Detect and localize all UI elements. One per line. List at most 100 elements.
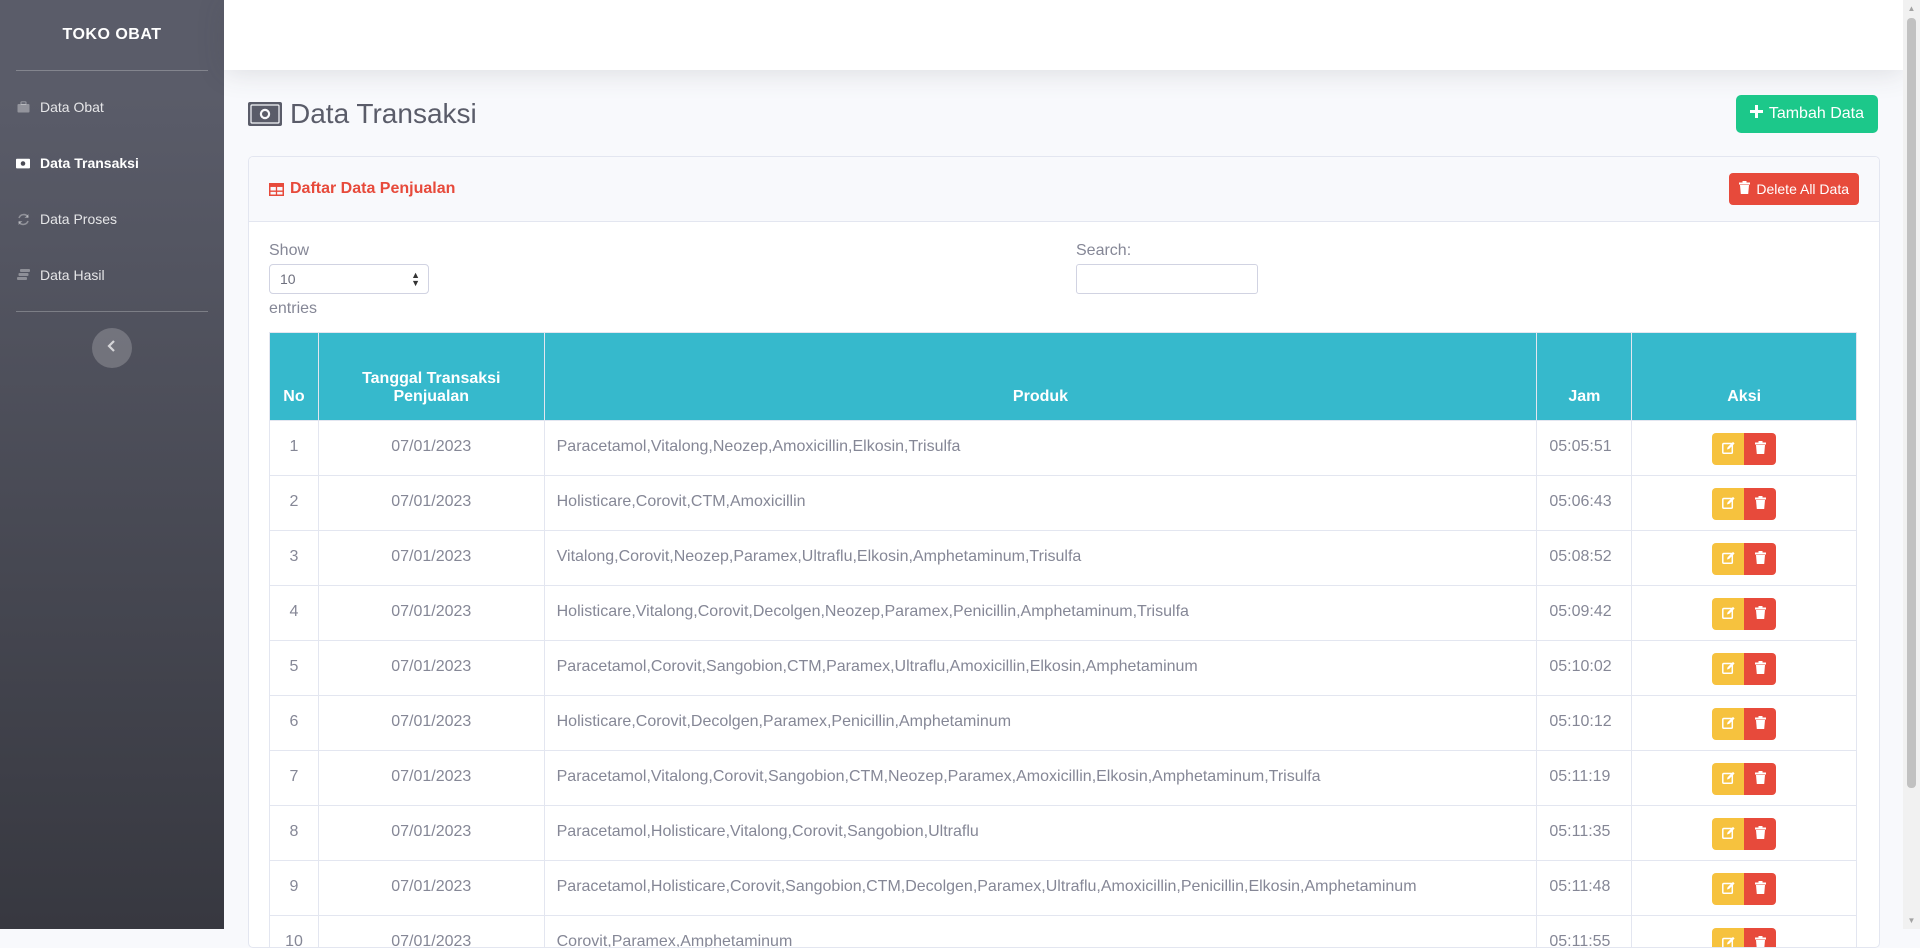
sidebar-item-data-obat[interactable]: Data Obat [0, 79, 224, 135]
delete-button[interactable] [1744, 928, 1776, 948]
delete-button[interactable] [1744, 818, 1776, 850]
delete-all-button[interactable]: Delete All Data [1729, 173, 1859, 205]
money-bill-icon [248, 102, 282, 126]
edit-button[interactable] [1712, 598, 1744, 630]
card-body: Show 10 ▲▼ entries Search: [249, 222, 1879, 948]
table-head: No Tanggal Transaksi Penjualan Produk Ja… [270, 333, 1857, 421]
cell-no: 5 [270, 641, 319, 696]
cell-date: 07/01/2023 [318, 916, 544, 948]
cell-product: Holisticare,Corovit,CTM,Amoxicillin [544, 476, 1537, 531]
cell-action [1632, 916, 1857, 948]
edit-icon [1722, 606, 1735, 622]
page-scrollbar[interactable]: ▲ ▼ [1903, 0, 1920, 929]
table-row: 607/01/2023Holisticare,Corovit,Decolgen,… [270, 696, 1857, 751]
sidebar-toggle-button[interactable] [92, 328, 132, 368]
edit-icon [1722, 881, 1735, 897]
table-header-row: No Tanggal Transaksi Penjualan Produk Ja… [270, 333, 1857, 421]
edit-button[interactable] [1712, 928, 1744, 948]
cell-time: 05:10:02 [1537, 641, 1632, 696]
scroll-up-arrow-icon[interactable]: ▲ [1903, 0, 1920, 17]
cell-time: 05:11:48 [1537, 861, 1632, 916]
table-row: 1007/01/2023Corovit,Paramex,Amphetaminum… [270, 916, 1857, 948]
cell-time: 05:05:51 [1537, 421, 1632, 476]
column-header-no[interactable]: No [270, 333, 319, 421]
cell-action [1632, 696, 1857, 751]
cell-product: Paracetamol,Vitalong,Neozep,Amoxicillin,… [544, 421, 1537, 476]
add-data-button[interactable]: Tambah Data [1736, 95, 1878, 133]
action-group [1712, 488, 1776, 520]
delete-button[interactable] [1744, 873, 1776, 905]
edit-icon [1722, 551, 1735, 567]
cell-action [1632, 641, 1857, 696]
trash-icon [1755, 441, 1766, 457]
cell-date: 07/01/2023 [318, 531, 544, 586]
sidebar-divider [16, 311, 208, 312]
card-title: Daftar Data Penjualan [290, 180, 455, 198]
scroll-down-arrow-icon[interactable]: ▼ [1903, 912, 1920, 929]
add-data-label: Tambah Data [1769, 105, 1864, 123]
cell-date: 07/01/2023 [318, 421, 544, 476]
delete-button[interactable] [1744, 708, 1776, 740]
cell-date: 07/01/2023 [318, 806, 544, 861]
cell-time: 05:08:52 [1537, 531, 1632, 586]
entries-select[interactable]: 10 ▲▼ [269, 264, 429, 294]
table-row: 307/01/2023Vitalong,Corovit,Neozep,Param… [270, 531, 1857, 586]
edit-button[interactable] [1712, 873, 1744, 905]
sync-icon [16, 213, 30, 225]
edit-button[interactable] [1712, 763, 1744, 795]
delete-button[interactable] [1744, 543, 1776, 575]
delete-button[interactable] [1744, 653, 1776, 685]
action-group [1712, 873, 1776, 905]
column-header-action[interactable]: Aksi [1632, 333, 1857, 421]
action-group [1712, 763, 1776, 795]
database-icon [16, 269, 30, 281]
delete-button[interactable] [1744, 488, 1776, 520]
trash-icon [1755, 606, 1766, 622]
trash-icon [1755, 826, 1766, 842]
edit-icon [1722, 826, 1735, 842]
delete-button[interactable] [1744, 763, 1776, 795]
sidebar-item-label: Data Hasil [40, 267, 105, 283]
scrollbar-thumb[interactable] [1907, 18, 1916, 788]
edit-button[interactable] [1712, 653, 1744, 685]
sidebar-nav: Data Obat Data Transaksi Data Proses Dat… [0, 71, 224, 311]
cell-no: 2 [270, 476, 319, 531]
cell-action [1632, 861, 1857, 916]
edit-icon [1722, 716, 1735, 732]
delete-button[interactable] [1744, 598, 1776, 630]
edit-icon [1722, 771, 1735, 787]
trash-icon [1755, 716, 1766, 732]
table-row: 207/01/2023Holisticare,Corovit,CTM,Amoxi… [270, 476, 1857, 531]
trash-icon [1755, 661, 1766, 677]
edit-button[interactable] [1712, 708, 1744, 740]
cell-product: Paracetamol,Vitalong,Corovit,Sangobion,C… [544, 751, 1537, 806]
table-body: 107/01/2023Paracetamol,Vitalong,Neozep,A… [270, 421, 1857, 948]
show-label: Show [269, 242, 309, 259]
sort-arrows-icon: ▲▼ [411, 271, 420, 287]
column-header-time[interactable]: Jam [1537, 333, 1632, 421]
column-header-product[interactable]: Produk [544, 333, 1537, 421]
search-block: Search: [1076, 242, 1258, 294]
cell-date: 07/01/2023 [318, 696, 544, 751]
show-entries: Show 10 ▲▼ entries [269, 242, 429, 318]
column-header-date[interactable]: Tanggal Transaksi Penjualan [318, 333, 544, 421]
sidebar-item-data-hasil[interactable]: Data Hasil [0, 247, 224, 303]
edit-button[interactable] [1712, 818, 1744, 850]
cell-no: 3 [270, 531, 319, 586]
edit-button[interactable] [1712, 488, 1744, 520]
action-group [1712, 433, 1776, 465]
sidebar-item-data-proses[interactable]: Data Proses [0, 191, 224, 247]
delete-button[interactable] [1744, 433, 1776, 465]
page-title: Data Transaksi [290, 98, 477, 130]
sidebar-item-data-transaksi[interactable]: Data Transaksi [0, 135, 224, 191]
cell-no: 4 [270, 586, 319, 641]
edit-button[interactable] [1712, 543, 1744, 575]
edit-button[interactable] [1712, 433, 1744, 465]
cell-no: 10 [270, 916, 319, 948]
chevron-left-icon [107, 339, 117, 357]
search-input[interactable] [1076, 264, 1258, 294]
brand-title[interactable]: TOKO OBAT [0, 0, 224, 70]
trash-icon [1755, 771, 1766, 787]
cell-product: Paracetamol,Holisticare,Vitalong,Corovit… [544, 806, 1537, 861]
sidebar-item-label: Data Proses [40, 211, 117, 227]
